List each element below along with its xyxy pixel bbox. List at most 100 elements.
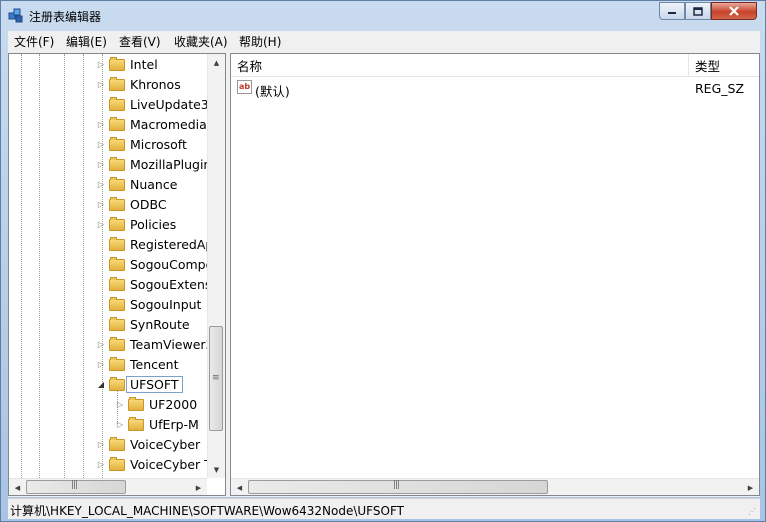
expand-arrow-icon[interactable]: ▷ [95,158,107,170]
window-title: 注册表编辑器 [29,10,102,24]
menu-bar: 文件(F) 编辑(E) 查看(V) 收藏夹(A) 帮助(H) [8,31,760,52]
client-area: ▷ Intel ▷ Khronos LiveUpdate36 ▷ Macromedia… [8,51,760,497]
folder-icon [109,137,125,151]
scroll-up-arrow-icon[interactable]: ▲ [208,54,225,71]
tree-item-label: SogouInput [130,296,202,312]
tree-item[interactable]: ▷ Intel [95,54,158,74]
tree-item[interactable]: ▷ VoiceCyber [95,434,200,454]
folder-icon [109,457,125,471]
expand-arrow-icon[interactable]: ▷ [95,218,107,230]
tree-item[interactable]: ▷ Tencent [95,354,179,374]
close-button[interactable] [711,2,757,20]
scroll-down-arrow-icon[interactable]: ▼ [208,461,225,478]
tree-item[interactable]: ▷ VoiceCyber T [95,454,212,474]
tree-item-label: Microsoft [130,136,187,152]
minimize-button[interactable] [659,2,685,20]
tree-vertical-scrollbar[interactable]: ▲ ≡ ▼ [207,54,225,478]
tree-item[interactable]: ▷ UF2000 [114,394,197,414]
menu-favorites[interactable]: 收藏夹(A) [174,33,228,50]
menu-view[interactable]: 查看(V) [119,33,161,50]
folder-icon [109,57,125,71]
menu-edit[interactable]: 编辑(E) [66,33,107,50]
tree-item-label: VoiceCyber [130,436,201,452]
expand-arrow-icon[interactable] [95,238,107,250]
registry-editor-window: 注册表编辑器 文件(F) 编辑(E) 查看(V) 收藏夹(A) 帮助(H) ▷ I… [0,0,766,522]
expand-arrow-icon[interactable]: ▷ [95,138,107,150]
expand-arrow-icon[interactable]: ▷ [95,358,107,370]
scroll-right-arrow-icon[interactable]: ▶ [190,479,207,495]
tree-item[interactable]: ▷ MozillaPlugins [95,154,218,174]
tree-item[interactable]: SogouInput [95,294,201,314]
menu-file[interactable]: 文件(F) [14,33,54,50]
scroll-right-arrow-icon[interactable]: ▶ [742,479,759,495]
folder-icon [128,417,144,431]
tree-item-label: UfErp-M [149,416,199,432]
tree-item-label: TeamViewer3 [130,336,214,352]
tree-item[interactable]: SynRoute [95,314,190,334]
tree-item-label: Tencent [130,356,179,372]
grip-icon: ||| [393,480,400,490]
tree-item[interactable]: LiveUpdate36 [95,94,217,114]
folder-icon [109,297,125,311]
expand-arrow-icon[interactable] [95,318,107,330]
expand-arrow-icon[interactable]: ▷ [95,78,107,90]
tree-item[interactable]: ▷ Nuance [95,174,178,194]
column-header-type[interactable]: 类型 [695,54,720,76]
expand-arrow-icon[interactable]: ▷ [114,398,126,410]
current-key-path: 计算机\HKEY_LOCAL_MACHINE\SOFTWARE\Wow6432N… [10,504,404,518]
tree-item[interactable]: ▷ ODBC [95,194,167,214]
title-bar[interactable]: 注册表编辑器 [1,1,765,31]
registry-values-list[interactable]: 名称 类型 ab (默认) REG_SZ ◀ ||| ▶ [230,53,760,496]
list-row[interactable]: ab (默认) REG_SZ [233,78,757,99]
expand-arrow-icon[interactable] [95,298,107,310]
expand-arrow-icon[interactable]: ▷ [95,438,107,450]
scroll-thumb[interactable]: ||| [26,480,126,494]
folder-icon [109,357,125,371]
expand-arrow-icon[interactable]: ▷ [95,458,107,470]
scroll-thumb[interactable]: ||| [248,480,548,494]
tree-item-label: Khronos [130,76,181,92]
tree-guide-line [39,54,40,478]
scroll-left-arrow-icon[interactable]: ◀ [231,479,248,495]
maximize-button[interactable] [685,2,711,20]
expand-arrow-icon[interactable] [95,278,107,290]
folder-icon [109,217,125,231]
expand-arrow-icon[interactable] [95,258,107,270]
list-horizontal-scrollbar[interactable]: ◀ ||| ▶ [231,478,759,495]
expand-arrow-icon[interactable]: ▷ [95,58,107,70]
tree-item[interactable]: ▷ Khronos [95,74,181,94]
folder-icon [109,197,125,211]
list-header: 名称 类型 [231,54,759,77]
expand-arrow-icon[interactable] [95,98,107,110]
expand-arrow-icon[interactable]: ▷ [95,338,107,350]
tree-item[interactable]: ▷ Microsoft [95,134,187,154]
expand-arrow-icon[interactable]: ▷ [95,118,107,130]
tree-item-selected[interactable]: ◢ UFSOFT [95,374,183,394]
tree-item[interactable]: ▷ TeamViewer3 [95,334,214,354]
folder-open-icon [109,377,125,391]
expand-arrow-icon[interactable]: ▷ [114,418,126,430]
expand-arrow-icon[interactable]: ▷ [95,178,107,190]
resize-grip-icon[interactable]: ⋰ [748,507,758,517]
tree-item-label: SynRoute [130,316,190,332]
tree-item-label: Policies [130,216,177,232]
column-header-name[interactable]: 名称 [237,54,262,76]
tree-item-label: VoiceCyber T [130,456,212,472]
scroll-thumb[interactable]: ≡ [209,326,223,431]
maximize-icon [693,6,703,16]
tree-guide-line [21,54,22,478]
tree-item[interactable]: ▷ Macromedia [95,114,207,134]
collapse-arrow-icon[interactable]: ◢ [95,378,107,390]
minimize-icon [668,12,676,14]
column-divider[interactable] [688,54,689,76]
registry-key-tree[interactable]: ▷ Intel ▷ Khronos LiveUpdate36 ▷ Macromedia… [8,53,226,496]
menu-help[interactable]: 帮助(H) [239,33,281,50]
folder-icon [109,317,125,331]
tree-item[interactable]: ▷ UfErp-M [114,414,199,434]
scroll-left-arrow-icon[interactable]: ◀ [9,479,26,495]
tree-horizontal-scrollbar[interactable]: ◀ ||| ▶ [9,478,207,495]
expand-arrow-icon[interactable]: ▷ [95,198,107,210]
value-type: REG_SZ [695,81,745,96]
tree-item[interactable]: ▷ Policies [95,214,176,234]
close-icon [729,6,739,16]
